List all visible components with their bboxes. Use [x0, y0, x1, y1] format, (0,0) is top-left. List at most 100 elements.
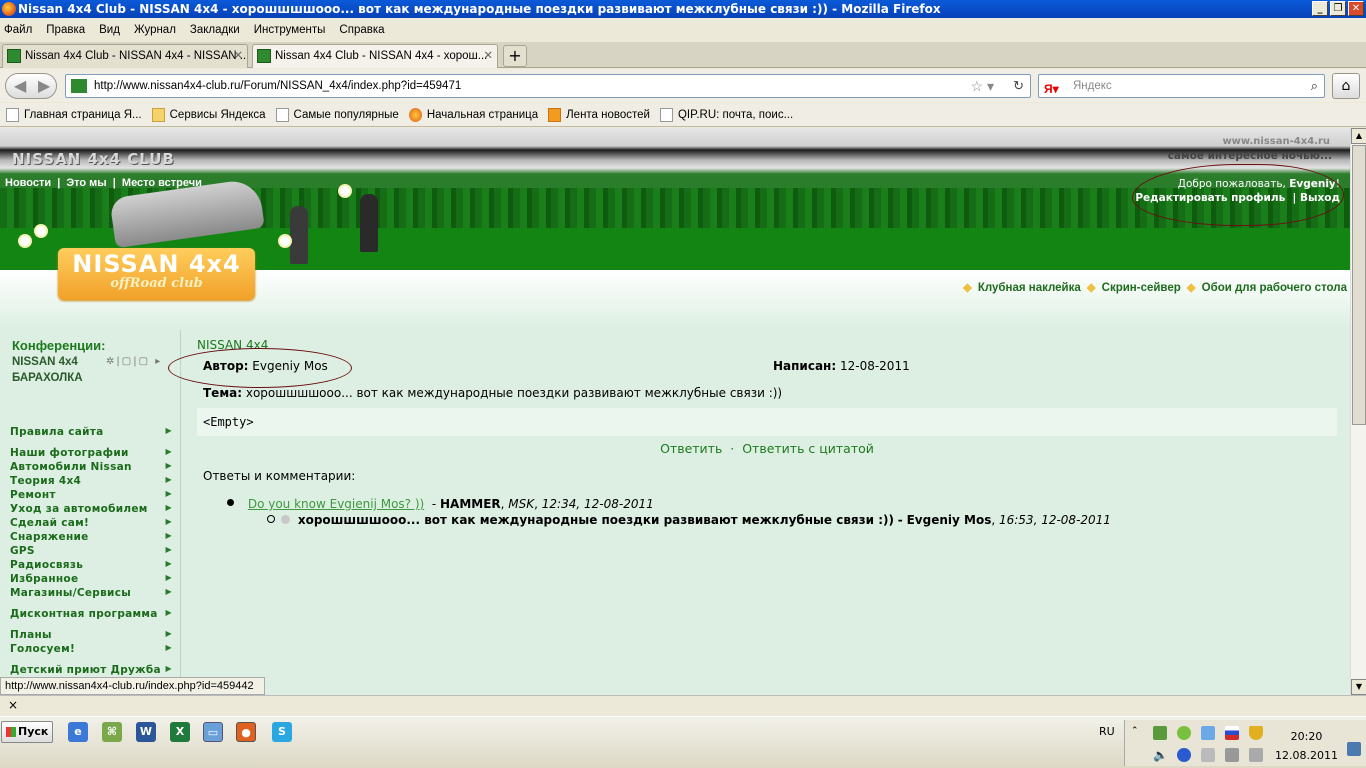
sidebar-item-theory[interactable]: Теория 4х4 ▶	[10, 475, 175, 487]
bookmark-item[interactable]: Сервисы Яндекса	[151, 107, 266, 122]
post-area: NISSAN 4x4 Автор: Evgeniy Mos Написан: 1…	[197, 330, 1337, 695]
bookmark-item[interactable]: Главная страница Я...	[6, 107, 142, 122]
bookmark-star-icon[interactable]: ☆ ▾	[971, 75, 994, 97]
bluetooth-icon[interactable]	[1177, 748, 1191, 762]
scroll-down-icon[interactable]: ▼	[1351, 679, 1366, 695]
tab-1-close-icon[interactable]: ✕	[233, 45, 243, 67]
tray-device-icon[interactable]	[1201, 748, 1215, 762]
nav-meeting-link[interactable]: Место встречи	[122, 177, 202, 189]
sidebar-item-diy[interactable]: Сделай сам! ▶	[10, 517, 175, 529]
bookmark-item[interactable]: Начальная страница	[408, 107, 538, 122]
menu-file[interactable]: Файл	[4, 24, 32, 36]
bookmark-item[interactable]: QIP.RU: почта, поис...	[659, 107, 794, 122]
sidebar-item-rules[interactable]: Правила сайта ▶	[10, 426, 175, 438]
menu-help[interactable]: Справка	[339, 24, 384, 36]
sidebar-item-gps[interactable]: GPS ▶	[10, 545, 175, 557]
minimize-button[interactable]: _	[1312, 1, 1328, 16]
tray-expand-icon[interactable]: ⌃	[1131, 726, 1145, 740]
back-icon[interactable]: ◀	[14, 76, 26, 95]
search-input[interactable]: Я▾ Яндекс ⌕	[1038, 74, 1325, 98]
sidebar-item-cars[interactable]: Автомобили Nissan ▶	[10, 461, 175, 473]
conference-flea-market[interactable]: БАРАХОЛКА	[12, 372, 83, 384]
word-icon[interactable]: W	[136, 722, 156, 742]
url-bar[interactable]: http://www.nissan4x4-club.ru/Forum/NISSA…	[65, 74, 1031, 98]
conference-nissan[interactable]: NISSAN 4x4	[12, 356, 78, 368]
sidebar-item-label: GPS	[10, 545, 35, 557]
bookmark-label: QIP.RU: почта, поис...	[677, 108, 794, 121]
scroll-thumb[interactable]	[1352, 145, 1366, 425]
vertical-scrollbar[interactable]: ▲ ▼	[1350, 128, 1366, 695]
sidebar-item-repair[interactable]: Ремонт ▶	[10, 489, 175, 501]
reload-icon[interactable]: ↻	[1013, 75, 1024, 97]
clock[interactable]: 20:20 12.08.2011	[1275, 727, 1338, 765]
tray-shield-icon[interactable]	[1249, 726, 1263, 740]
yandex-icon[interactable]: Я▾	[1044, 78, 1059, 100]
conferences-title: Конференции:	[12, 338, 106, 353]
tray-flag-icon[interactable]	[1225, 726, 1239, 740]
scroll-up-icon[interactable]: ▲	[1351, 128, 1366, 144]
bookmark-item[interactable]: Самые популярные	[275, 107, 399, 122]
close-button[interactable]: ✕	[1348, 1, 1364, 16]
start-button[interactable]: Пуск	[1, 721, 53, 743]
tray-network-icon[interactable]	[1249, 748, 1263, 762]
desktop-icon[interactable]: ▭	[203, 722, 223, 742]
nav-about-link[interactable]: Это мы	[66, 177, 106, 189]
tab-2-close-icon[interactable]: ✕	[483, 45, 493, 67]
chevron-right-icon: ▶	[165, 587, 172, 596]
circle-bullet-icon	[267, 515, 275, 523]
reply-link[interactable]: Ответить	[660, 441, 722, 456]
tray-app-icon[interactable]	[1153, 726, 1167, 740]
sidebar-item-label: Ремонт	[10, 489, 56, 501]
skype-icon[interactable]: S	[272, 722, 292, 742]
tray-display-icon[interactable]	[1201, 726, 1215, 740]
maximize-button[interactable]: ❐	[1330, 1, 1346, 16]
tray-usb-icon[interactable]	[1225, 748, 1239, 762]
comment-link[interactable]: Do you know Evgienij Mos? ))	[248, 497, 424, 511]
sidebar-item-label: Голосуем!	[10, 643, 76, 655]
sidebar-item-radio[interactable]: Радиосвязь ▶	[10, 559, 175, 571]
clock-time: 20:20	[1290, 730, 1323, 743]
show-desktop-icon[interactable]	[1347, 742, 1361, 756]
new-tab-button[interactable]: +	[503, 45, 527, 67]
menu-edit[interactable]: Правка	[46, 24, 85, 36]
sidebar-item-vote[interactable]: Голосуем! ▶	[10, 643, 175, 655]
language-indicator[interactable]: RU	[1099, 725, 1115, 738]
sidebar-item-orphanage[interactable]: Детский приют Дружба ▶	[10, 664, 175, 676]
window-title: Nissan 4x4 Club - NISSAN 4x4 - хорошшшшо…	[18, 2, 941, 16]
sidebar-item-shops[interactable]: Магазины/Сервисы ▶	[10, 587, 175, 599]
chevron-right-icon: ▶	[165, 489, 172, 498]
tab-1[interactable]: Nissan 4x4 Club - NISSAN 4x4 - NISSAN ..…	[2, 44, 248, 68]
bookmark-item[interactable]: Лента новостей	[548, 107, 650, 122]
conference-tool-icons[interactable]: ✲|▢|▢ ▸	[106, 356, 162, 367]
nav-separator: |	[57, 177, 61, 189]
sidebar-item-photos[interactable]: Наши фотографии ▶	[10, 447, 175, 459]
ie-icon[interactable]: e	[68, 722, 88, 742]
quicklink-wallpapers[interactable]: Обои для рабочего стола	[1187, 280, 1347, 294]
sidebar-item-care[interactable]: Уход за автомобилем ▶	[10, 503, 175, 515]
network-icon[interactable]: ⌘	[102, 722, 122, 742]
menu-bookmarks[interactable]: Закладки	[190, 24, 240, 36]
quicklink-screensaver[interactable]: Скрин-сейвер	[1087, 280, 1181, 294]
sidebar-item-plans[interactable]: Планы ▶	[10, 629, 175, 641]
sidebar-item-discount[interactable]: Дисконтная программа ▶	[10, 608, 175, 620]
quicklink-sticker[interactable]: Клубная наклейка	[963, 280, 1081, 294]
menu-tools[interactable]: Инструменты	[254, 24, 326, 36]
menu-history[interactable]: Журнал	[134, 24, 176, 36]
tray-qip-icon[interactable]	[1177, 726, 1191, 740]
volume-icon[interactable]: 🔈	[1153, 748, 1168, 762]
home-button[interactable]: ⌂	[1332, 73, 1360, 99]
search-icon[interactable]: ⌕	[1311, 75, 1318, 97]
site-favicon-icon	[71, 79, 87, 93]
menu-view[interactable]: Вид	[99, 24, 120, 36]
excel-icon[interactable]: X	[170, 722, 190, 742]
close-findbar-icon[interactable]: ×	[8, 698, 18, 712]
sidebar-item-equipment[interactable]: Снаряжение ▶	[10, 531, 175, 543]
firefox-taskbar-icon[interactable]: ●	[236, 722, 256, 742]
nav-news-link[interactable]: Новости	[5, 177, 51, 189]
clock-date: 12.08.2011	[1275, 749, 1338, 762]
tab-2[interactable]: Nissan 4x4 Club - NISSAN 4x4 - хорош... …	[252, 44, 498, 68]
forward-icon[interactable]: ▶	[38, 76, 50, 95]
sidebar-item-favorites[interactable]: Избранное ▶	[10, 573, 175, 585]
reply-quote-link[interactable]: Ответить с цитатой	[742, 441, 874, 456]
site-logo[interactable]: NISSAN 4x4 offRoad club	[58, 248, 255, 300]
